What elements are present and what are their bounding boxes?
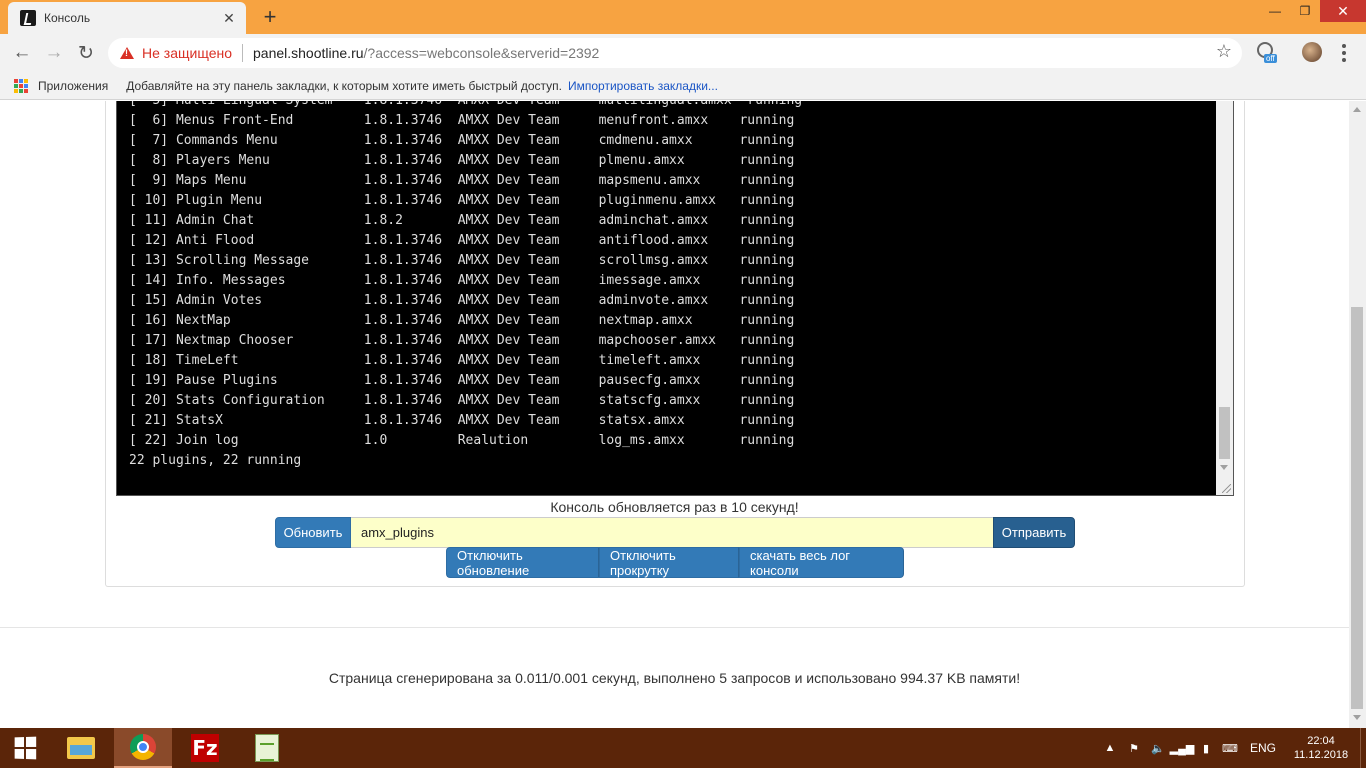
bookmarks-hint: Добавляйте на эту панель закладки, к кот… [126,78,562,93]
command-row: Обновить Отправить [275,517,1075,548]
page-scroll-thumb[interactable] [1351,307,1363,709]
windows-logo-icon [14,736,37,760]
console-line: [ 5] Multi-Lingual System 1.8.1.3746 AMX… [129,101,802,111]
console-scrollbar[interactable] [1216,101,1233,495]
tab-close-icon[interactable]: ✕ [218,7,240,29]
console-log: [ 5] Multi-Lingual System 1.8.1.3746 AMX… [129,101,802,471]
scroll-down-icon[interactable] [1353,715,1361,720]
maximize-button[interactable]: ❐ [1290,0,1320,22]
window-controls: — ❐ ✕ [1260,0,1366,22]
console-line: [ 12] Anti Flood 1.8.1.3746 AMXX Dev Tea… [129,233,795,248]
command-input[interactable] [351,517,993,548]
taskbar-chrome[interactable] [114,728,172,768]
resize-grip-icon[interactable] [1222,484,1231,493]
disable-refresh-button[interactable]: Отключить обновление [446,547,599,578]
console-line: [ 13] Scrolling Message 1.8.1.3746 AMXX … [129,253,795,268]
browser-toolbar: ← → ↻ Не защищено panel.shootline.ru /?a… [0,34,1366,72]
start-button[interactable] [0,728,50,768]
network-signal-icon[interactable]: ▂▄▆ [1170,740,1195,756]
file-explorer-icon [67,737,95,759]
console-line: [ 11] Admin Chat 1.8.2 AMXX Dev Team adm… [129,213,795,228]
clock[interactable]: 22:04 11.12.2018 [1286,734,1356,762]
console-line: 22 plugins, 22 running [129,453,302,468]
footer-divider [0,627,1349,628]
battery-icon[interactable]: ▮ [1197,740,1215,756]
url-separator [242,44,243,62]
import-bookmarks-link[interactable]: Импортировать закладки... [568,79,718,93]
back-button[interactable]: ← [8,39,36,67]
close-window-button[interactable]: ✕ [1320,0,1366,22]
browser-titlebar: Консоль ✕ + — ❐ ✕ [0,0,1366,34]
url-host: panel.shootline.ru [253,45,364,61]
taskbar-file-explorer[interactable] [52,728,110,768]
chrome-icon [130,734,156,760]
console-line: [ 22] Join log 1.0 Realution log_ms.amxx… [129,433,795,448]
refresh-button[interactable]: Обновить [275,517,351,548]
bookmark-star-icon[interactable]: ☆ [1216,41,1232,62]
filezilla-icon: Fz [191,734,219,762]
clock-date: 11.12.2018 [1293,749,1349,761]
console-actions: Отключить обновление Отключить прокрутку… [446,547,904,578]
language-indicator[interactable]: ENG [1250,741,1276,755]
profile-avatar[interactable] [1302,42,1322,62]
disable-scroll-button[interactable]: Отключить прокрутку [599,547,739,578]
keyboard-icon[interactable]: ⌨ [1221,740,1239,756]
send-button[interactable]: Отправить [993,517,1075,548]
counter-strike-favicon-icon [20,10,36,26]
console-line: [ 20] Stats Configuration 1.8.1.3746 AMX… [129,393,795,408]
scroll-up-icon[interactable] [1353,107,1361,112]
taskbar-notepad-plus[interactable] [238,728,296,768]
tab-title: Консоль [44,11,91,25]
bookmarks-bar: Приложения Добавляйте на эту панель закл… [0,72,1366,100]
forward-button[interactable]: → [40,39,68,67]
console-scroll-thumb[interactable] [1219,407,1230,459]
system-tray: ▲ ⚑ 🔈 ▂▄▆ ▮ ⌨ ENG 22:04 11.12.2018 [1098,728,1366,768]
page-content: [ 5] Multi-Lingual System 1.8.1.3746 AMX… [0,101,1349,728]
console-line: [ 16] NextMap 1.8.1.3746 AMXX Dev Team n… [129,313,795,328]
console-output[interactable]: [ 5] Multi-Lingual System 1.8.1.3746 AMX… [116,101,1234,496]
apps-grid-icon[interactable] [14,78,28,93]
warning-triangle-icon [120,47,134,59]
console-line: [ 17] Nextmap Chooser 1.8.1.3746 AMXX De… [129,333,795,348]
url-path: /?access=webconsole&serverid=2392 [363,45,600,61]
scroll-down-icon[interactable] [1220,465,1228,470]
download-log-button[interactable]: скачать весь лог консоли [739,547,904,578]
console-line: [ 10] Plugin Menu 1.8.1.3746 AMXX Dev Te… [129,193,795,208]
reload-button[interactable]: ↻ [72,39,100,67]
console-line: [ 7] Commands Menu 1.8.1.3746 AMXX Dev T… [129,133,795,148]
security-label[interactable]: Не защищено [142,45,232,61]
address-bar[interactable]: Не защищено panel.shootline.ru /?access=… [108,38,1242,68]
action-center-flag-icon[interactable]: ⚑ [1125,740,1143,756]
extension-icon[interactable]: off [1256,42,1278,64]
volume-icon[interactable]: 🔈 [1149,740,1167,756]
new-tab-button[interactable]: + [256,4,284,30]
browser-menu-icon[interactable] [1334,40,1354,66]
windows-taskbar: Fz ▲ ⚑ 🔈 ▂▄▆ ▮ ⌨ ENG 22:04 11.12.2018 [0,728,1366,768]
console-line: [ 19] Pause Plugins 1.8.1.3746 AMXX Dev … [129,373,795,388]
show-desktop-button[interactable] [1360,728,1366,768]
console-line: [ 15] Admin Votes 1.8.1.3746 AMXX Dev Te… [129,293,795,308]
refresh-note: Консоль обновляется раз в 10 секунд! [550,499,799,515]
console-line: [ 18] TimeLeft 1.8.1.3746 AMXX Dev Team … [129,353,795,368]
console-line: [ 21] StatsX 1.8.1.3746 AMXX Dev Team st… [129,413,795,428]
console-line: [ 6] Menus Front-End 1.8.1.3746 AMXX Dev… [129,113,795,128]
taskbar-filezilla[interactable]: Fz [176,728,234,768]
console-line: [ 9] Maps Menu 1.8.1.3746 AMXX Dev Team … [129,173,795,188]
console-line: [ 14] Info. Messages 1.8.1.3746 AMXX Dev… [129,273,795,288]
browser-tab[interactable]: Консоль ✕ [8,2,246,34]
notepad-plus-icon [255,734,279,762]
bookmark-apps[interactable]: Приложения [38,79,108,93]
extension-badge: off [1264,54,1277,63]
minimize-button[interactable]: — [1260,0,1290,22]
tray-overflow-icon[interactable]: ▲ [1101,740,1119,756]
page-scrollbar[interactable] [1349,101,1366,728]
clock-time: 22:04 [1307,735,1335,747]
footer-stats: Страница сгенерирована за 0.011/0.001 се… [328,670,1021,686]
console-line: [ 8] Players Menu 1.8.1.3746 AMXX Dev Te… [129,153,795,168]
